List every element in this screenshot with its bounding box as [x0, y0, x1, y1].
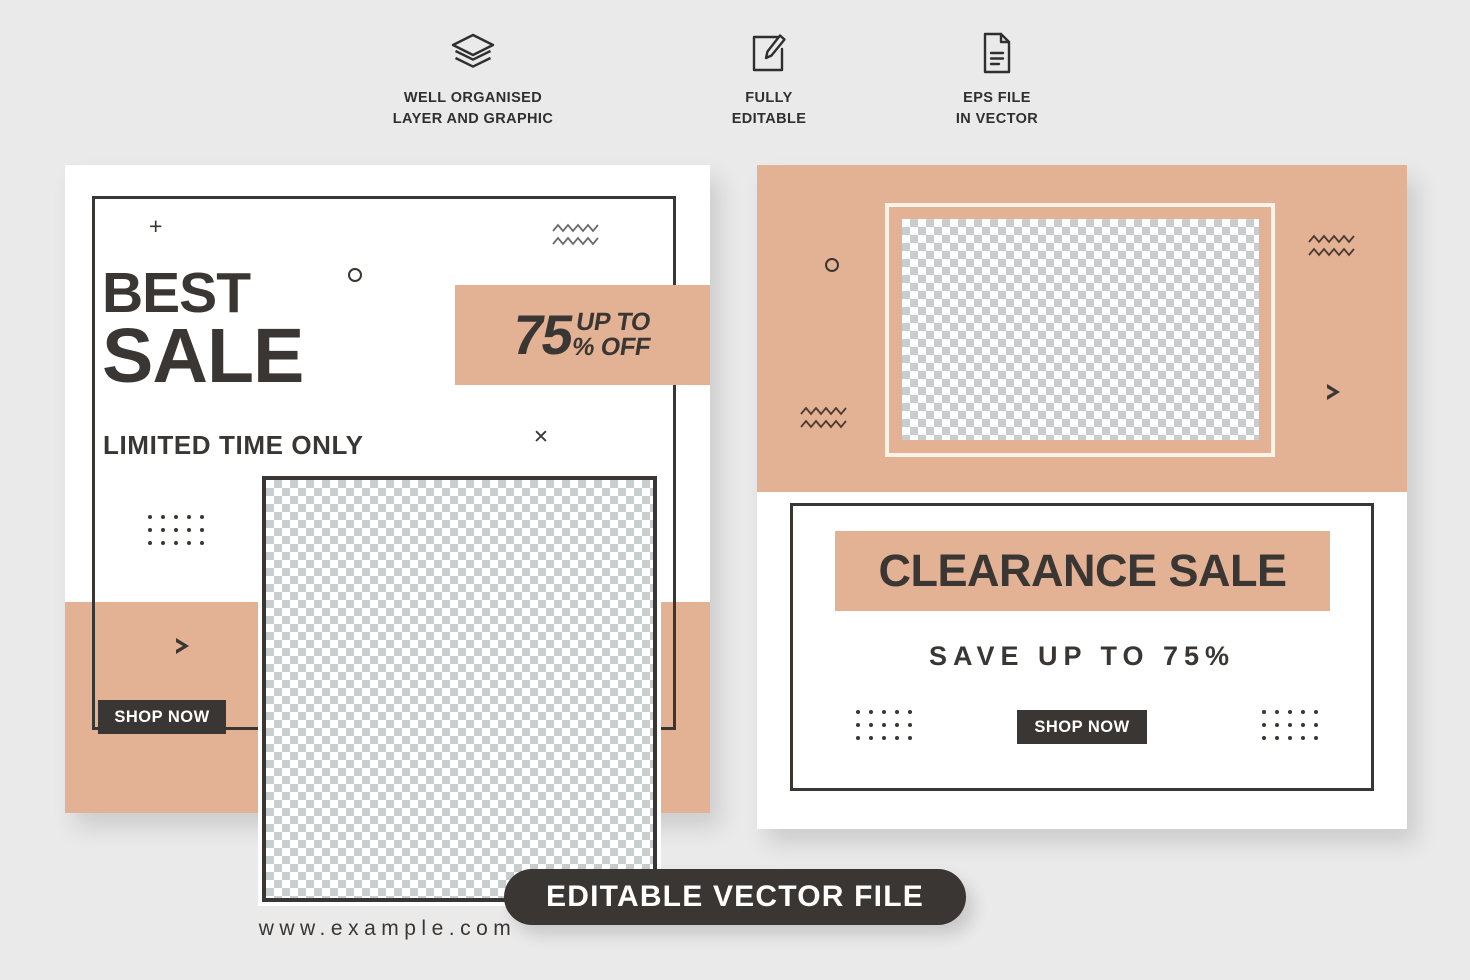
document-file-icon — [980, 24, 1014, 82]
checkerboard-transparency-pattern — [266, 480, 653, 898]
discount-text-group: UP TO % OFF — [570, 307, 656, 362]
feature-label-line2: IN VECTOR — [955, 111, 1039, 128]
left-card-shop-now-button[interactable]: SHOP NOW — [98, 700, 226, 734]
layers-icon — [450, 24, 496, 82]
dot-grid-icon — [148, 515, 204, 545]
play-triangle-icon — [1325, 384, 1340, 400]
poster-stage: WELL ORGANISED LAYER AND GRAPHIC FULLY E… — [0, 0, 1470, 980]
discount-badge-content: 75 UP TO % OFF — [508, 303, 657, 366]
zigzag-icon — [551, 222, 601, 253]
left-card-image-placeholder[interactable] — [262, 476, 657, 902]
feature-label: FULLY EDITABLE — [732, 88, 807, 130]
right-card-title: CLEARANCE SALE — [878, 545, 1287, 596]
zigzag-icon — [799, 405, 849, 436]
feature-label: EPS FILE IN VECTOR — [956, 88, 1038, 130]
feature-label-line1: FULLY — [745, 90, 793, 106]
feature-strip: WELL ORGANISED LAYER AND GRAPHIC FULLY E… — [0, 24, 1470, 144]
right-card-subtitle: SAVE UP TO 75% — [928, 641, 1236, 671]
right-sale-card[interactable]: CLEARANCE SALE SAVE UP TO 75% SHOP NOW — [757, 165, 1407, 829]
discount-percent-off-label: % OFF — [570, 333, 653, 361]
left-card-title-line2: SALE — [102, 313, 304, 400]
feature-label-line2: EDITABLE — [731, 111, 807, 128]
feature-label-line1: WELL ORGANISED — [403, 90, 543, 106]
pencil-edit-icon — [749, 24, 789, 82]
left-card-subtitle: LIMITED TIME ONLY — [103, 430, 364, 460]
play-triangle-icon — [174, 638, 189, 654]
plus-icon: + — [149, 213, 163, 239]
circle-outline-icon — [825, 258, 839, 272]
dot-grid-icon — [1262, 710, 1318, 740]
left-card-title: BEST SALE — [102, 261, 502, 400]
feature-well-organised: WELL ORGANISED LAYER AND GRAPHIC — [375, 24, 571, 144]
discount-up-to-label: UP TO — [574, 307, 653, 336]
left-sale-card[interactable]: + ✕ BEST SALE LIMITED TIME ONLY 75 UP TO… — [65, 165, 710, 940]
zigzag-icon — [1307, 233, 1357, 264]
dot-grid-icon — [856, 710, 912, 740]
right-card-image-white-frame — [885, 203, 1275, 457]
right-card-shop-now-button[interactable]: SHOP NOW — [1017, 710, 1147, 744]
feature-label-line1: EPS FILE — [963, 90, 1031, 106]
editable-vector-file-badge: EDITABLE VECTOR FILE — [504, 869, 966, 925]
discount-number: 75 — [508, 303, 577, 366]
feature-eps-file: EPS FILE IN VECTOR — [899, 24, 1095, 144]
x-cross-icon: ✕ — [533, 427, 549, 448]
left-card-title-line1: BEST — [102, 261, 251, 325]
feature-label: WELL ORGANISED LAYER AND GRAPHIC — [393, 88, 553, 130]
feature-fully-editable: FULLY EDITABLE — [671, 24, 867, 144]
discount-badge: 75 UP TO % OFF — [455, 285, 710, 385]
feature-label-line2: LAYER AND GRAPHIC — [392, 111, 554, 128]
